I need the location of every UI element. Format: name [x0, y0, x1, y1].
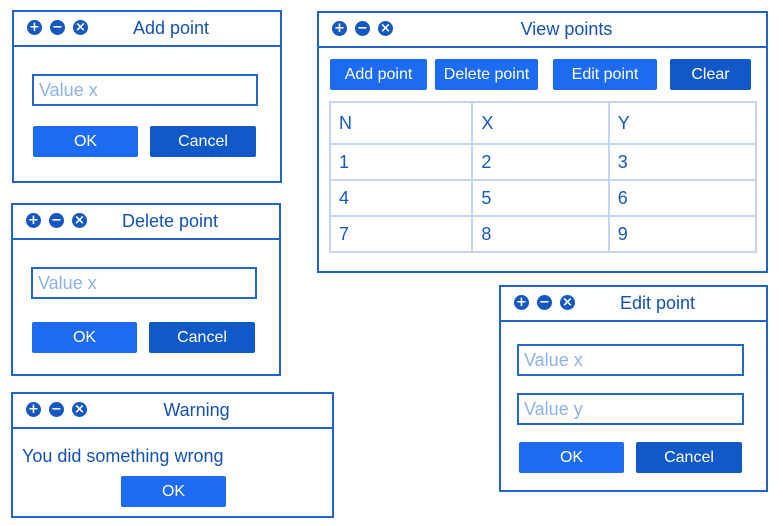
table-row[interactable]: 1 2 3 — [328, 143, 758, 181]
view-points-title: View points — [520, 19, 613, 39]
delete-point-titlebar[interactable]: + − × Delete point — [13, 205, 279, 240]
warning-titlebar[interactable]: + − × Warning — [13, 394, 332, 429]
table-cell: 4 — [328, 179, 474, 217]
column-header-n: N — [328, 101, 474, 145]
table-cell: 2 — [471, 143, 610, 181]
add-point-dialog: + − × Add point OK Cancel — [12, 10, 282, 183]
column-header-y: Y — [607, 101, 758, 145]
delete-value-x-input[interactable] — [31, 267, 257, 299]
add-point-titlebar[interactable]: + − × Add point — [14, 12, 280, 47]
warning-title: Warning — [163, 400, 230, 420]
maximize-icon[interactable]: + — [27, 20, 42, 35]
edit-ok-button[interactable]: OK — [519, 442, 624, 473]
maximize-icon[interactable]: + — [26, 213, 41, 228]
add-value-x-input[interactable] — [32, 74, 258, 106]
table-row[interactable]: 7 8 9 — [328, 215, 758, 253]
table-header-row: N X Y — [328, 101, 758, 145]
table-cell: 9 — [607, 215, 758, 253]
edit-cancel-button[interactable]: Cancel — [636, 442, 742, 473]
toolbar-edit-point-button[interactable]: Edit point — [553, 59, 657, 90]
edit-point-title: Edit point — [619, 293, 696, 313]
add-point-title: Add point — [132, 18, 210, 38]
warning-ok-button[interactable]: OK — [121, 476, 226, 507]
warning-dialog: + − × Warning You did something wrong OK — [11, 392, 334, 518]
edit-value-y-input[interactable] — [517, 393, 744, 425]
table-cell: 5 — [471, 179, 610, 217]
add-ok-button[interactable]: OK — [33, 126, 138, 157]
column-header-x: X — [471, 101, 610, 145]
edit-point-dialog: + − × Edit point OK Cancel — [499, 285, 768, 492]
edit-value-x-input[interactable] — [517, 344, 744, 376]
table-cell: 6 — [607, 179, 758, 217]
table-row[interactable]: 4 5 6 — [328, 179, 758, 217]
toolbar-delete-point-button[interactable]: Delete point — [435, 59, 538, 90]
delete-ok-button[interactable]: OK — [32, 322, 137, 353]
delete-point-dialog: + − × Delete point OK Cancel — [11, 203, 281, 376]
add-cancel-button[interactable]: Cancel — [150, 126, 256, 157]
maximize-icon[interactable]: + — [26, 402, 41, 417]
edit-point-titlebar[interactable]: + − × Edit point — [501, 287, 766, 322]
table-cell: 1 — [328, 143, 474, 181]
table-cell: 8 — [471, 215, 610, 253]
toolbar-add-point-button[interactable]: Add point — [330, 59, 427, 90]
toolbar-clear-button[interactable]: Clear — [670, 59, 751, 90]
delete-cancel-button[interactable]: Cancel — [149, 322, 255, 353]
maximize-icon[interactable]: + — [332, 21, 347, 36]
view-points-dialog: + − × View points Add point Delete point… — [317, 11, 768, 273]
delete-point-title: Delete point — [121, 211, 219, 231]
table-cell: 3 — [607, 143, 758, 181]
table-cell: 7 — [328, 215, 474, 253]
maximize-icon[interactable]: + — [514, 295, 529, 310]
points-table: N X Y 1 2 3 4 5 6 7 8 9 — [328, 101, 758, 253]
view-points-titlebar[interactable]: + − × View points — [319, 13, 766, 48]
warning-message: You did something wrong — [22, 446, 224, 466]
